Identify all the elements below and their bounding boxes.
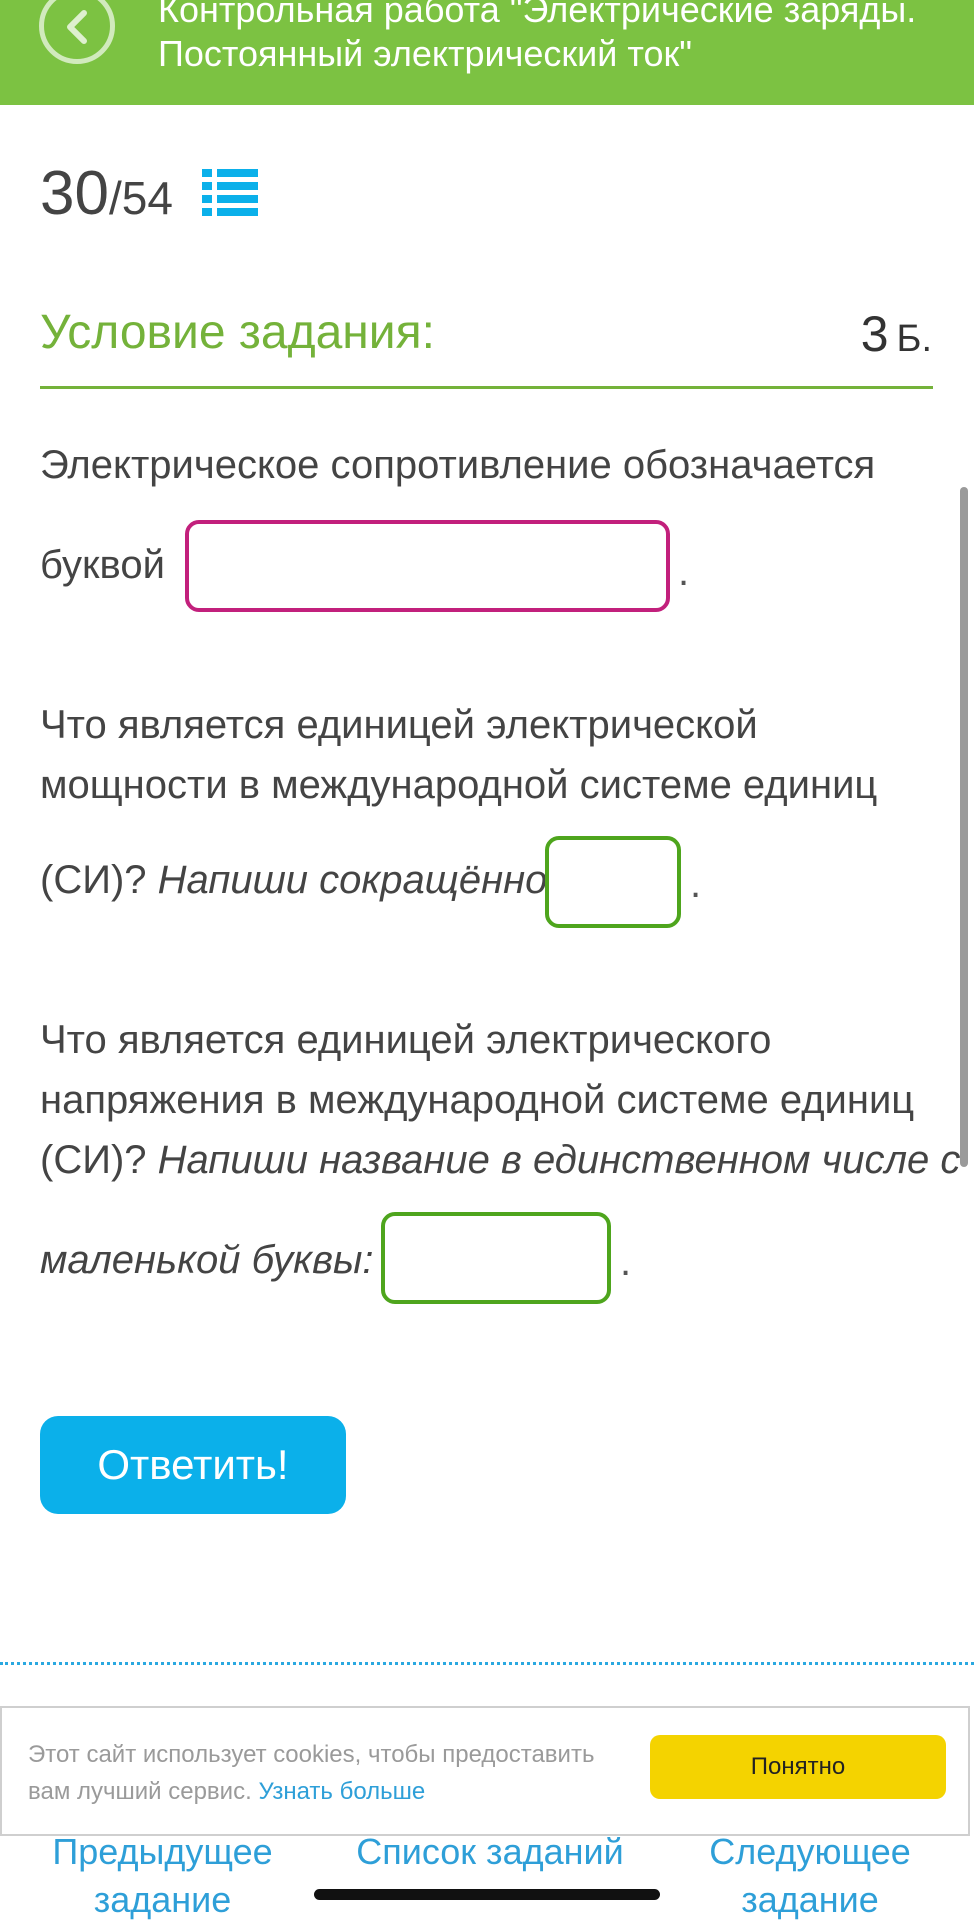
chevron-left-icon [67, 10, 87, 44]
q3-text-line3: (СИ)? Напиши название в единственном чис… [40, 1130, 960, 1190]
q3-period: . [620, 1240, 632, 1284]
q3-text-line1: Что является единицей электрического [40, 1018, 772, 1062]
q1-text-line1: Электрическое сопротивление обозначается [40, 443, 876, 487]
question-counter: 30 /54 [40, 158, 173, 228]
q2-text-line1: Что является единицей электрической [40, 703, 758, 747]
q3-answer-input[interactable] [381, 1212, 611, 1304]
test-title-line1: Контрольная работа "Электрические заряды… [158, 0, 917, 30]
q2-hint: Напиши сокращённо: [157, 858, 559, 902]
q2-answer-input[interactable] [545, 836, 681, 928]
task-list-label: Список заданий [356, 1831, 624, 1872]
q2-period: . [690, 862, 702, 906]
cookie-text: Этот сайт использует cookies, чтобы пред… [28, 1736, 648, 1810]
header-bar: Контрольная работа "Электрические заряды… [0, 0, 974, 105]
q1-text-line2: буквой [40, 543, 165, 587]
task-points: 3 Б. [861, 305, 932, 363]
prev-task-line1: Предыдущее [52, 1831, 273, 1872]
test-title-line2: Постоянный электрический ток" [158, 33, 693, 74]
q2-text-line3: (СИ)? Напиши сокращённо: [40, 850, 558, 910]
test-title: Контрольная работа "Электрические заряды… [158, 0, 938, 76]
current-question-number: 30 [40, 159, 109, 228]
q2-text-line2: мощности в международной системе единиц [40, 763, 878, 807]
cookie-text-line1: Этот сайт использует cookies, чтобы пред… [28, 1741, 595, 1768]
list-icon[interactable] [200, 165, 260, 221]
scrollbar[interactable] [960, 487, 968, 1167]
total-questions: /54 [108, 172, 173, 224]
prev-task-link[interactable]: Предыдущее задание [40, 1828, 285, 1924]
q2-si-text: (СИ)? [40, 858, 147, 902]
q3-hint-line2: маленькой буквы: [40, 1238, 374, 1282]
points-value: 3 [860, 306, 889, 362]
back-button[interactable] [39, 0, 115, 64]
q1-period: . [678, 550, 690, 594]
q3-si-text: (СИ)? [40, 1138, 147, 1182]
q3-hint-line1: Напиши название в единственном числе с [157, 1138, 961, 1182]
q3-text-line2: напряжения в международной системе едини… [40, 1078, 915, 1122]
next-task-line2: задание [741, 1879, 879, 1920]
task-list-link[interactable]: Список заданий [340, 1828, 640, 1876]
points-unit: Б. [896, 318, 933, 360]
cookie-learn-more-link[interactable]: Узнать больше [258, 1778, 425, 1805]
next-task-link[interactable]: Следующее задание [690, 1828, 930, 1924]
dotted-divider [0, 1662, 974, 1665]
cookie-accept-button[interactable]: Понятно [650, 1735, 946, 1799]
home-indicator[interactable] [314, 1889, 660, 1900]
title-divider [40, 386, 933, 389]
cookie-banner: Этот сайт использует cookies, чтобы пред… [0, 1706, 970, 1836]
q3-text-line4: маленькой буквы: [40, 1230, 374, 1290]
cookie-text-line2: вам лучший сервис. [28, 1778, 252, 1805]
prev-task-line2: задание [93, 1879, 232, 1920]
q1-answer-input[interactable] [185, 520, 670, 612]
submit-answer-button[interactable]: Ответить! [40, 1416, 346, 1514]
next-task-line1: Следующее [709, 1831, 911, 1872]
task-condition-title: Условие задания: [40, 306, 435, 359]
